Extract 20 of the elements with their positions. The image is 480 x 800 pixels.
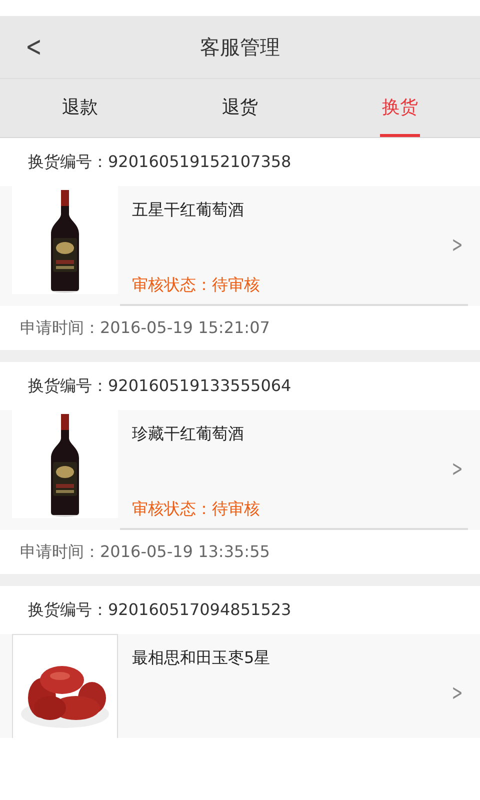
- page-title: 客服管理: [200, 34, 280, 60]
- review-status: 审核状态：待审核: [132, 275, 261, 296]
- tab[interactable]: 退货: [160, 79, 320, 137]
- apply-time: 申请时间：2016-05-19 15:21:07: [20, 318, 270, 338]
- product-name: 最相思和田玉枣5星: [132, 648, 272, 669]
- back-button[interactable]: <: [22, 30, 45, 63]
- product-name: 珍藏干红葡萄酒: [132, 424, 245, 445]
- product-row[interactable]: 珍藏干红葡萄酒 审核状态：待审核 >: [0, 410, 480, 530]
- review-status: 审核状态：待审核: [132, 499, 261, 520]
- chevron-icon: >: [451, 680, 462, 706]
- product-row[interactable]: 五星干红葡萄酒 审核状态：待审核 >: [0, 186, 480, 306]
- product-name: 五星干红葡萄酒: [132, 200, 245, 221]
- chevron-icon: >: [451, 232, 462, 258]
- order-number: 换货编号：920160519133555064: [28, 376, 292, 396]
- tab[interactable]: 退款: [0, 79, 160, 137]
- order-number: 换货编号：920160519152107358: [28, 152, 292, 172]
- chevron-icon: >: [451, 456, 462, 482]
- product-row[interactable]: 最相思和田玉枣5星 >: [0, 634, 480, 738]
- order-number: 换货编号：920160517094851523: [28, 600, 292, 620]
- apply-time: 申请时间：2016-05-19 13:35:55: [20, 542, 270, 562]
